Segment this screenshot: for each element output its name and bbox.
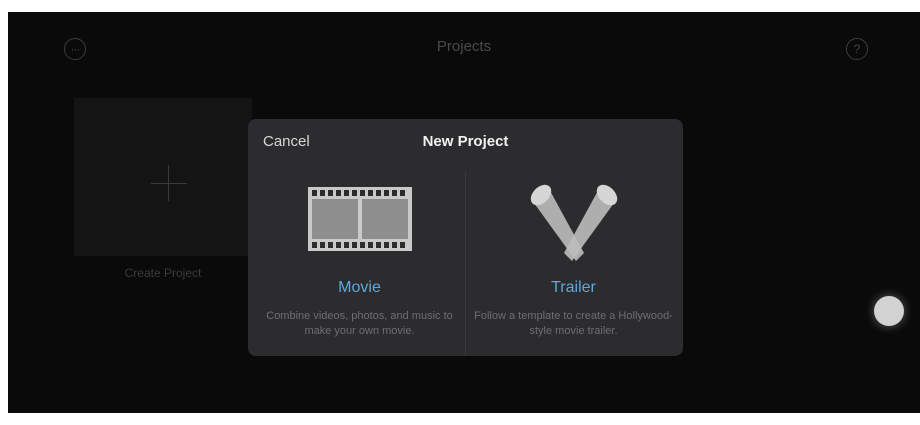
film-strip-icon xyxy=(307,187,412,251)
trailer-option[interactable]: Trailer Follow a template to create a Ho… xyxy=(468,171,679,356)
dialog-title: New Project xyxy=(422,133,509,150)
movie-description: Combine videos, photos, and music to mak… xyxy=(266,310,453,337)
trailer-description: Follow a template to create a Hollywood-… xyxy=(474,310,673,337)
help-icon[interactable]: ? xyxy=(846,38,868,60)
trailer-label: Trailer xyxy=(551,279,596,296)
page-title: Projects xyxy=(436,38,492,55)
app-screen: ··· Projects ? Create Project Cancel New… xyxy=(8,12,920,413)
spotlight-icon xyxy=(530,184,617,261)
plus-icon-vertical xyxy=(168,165,169,201)
assistive-touch-button[interactable] xyxy=(874,296,904,326)
create-project-label: Create Project xyxy=(124,266,202,280)
option-divider xyxy=(465,171,466,356)
create-project-tile[interactable] xyxy=(74,98,252,256)
movie-option[interactable]: Movie Combine videos, photos, and music … xyxy=(254,171,465,356)
new-project-dialog: Cancel New Project Movie Combine videos,… xyxy=(248,119,683,356)
movie-label: Movie xyxy=(338,279,381,296)
plus-icon xyxy=(151,183,187,184)
